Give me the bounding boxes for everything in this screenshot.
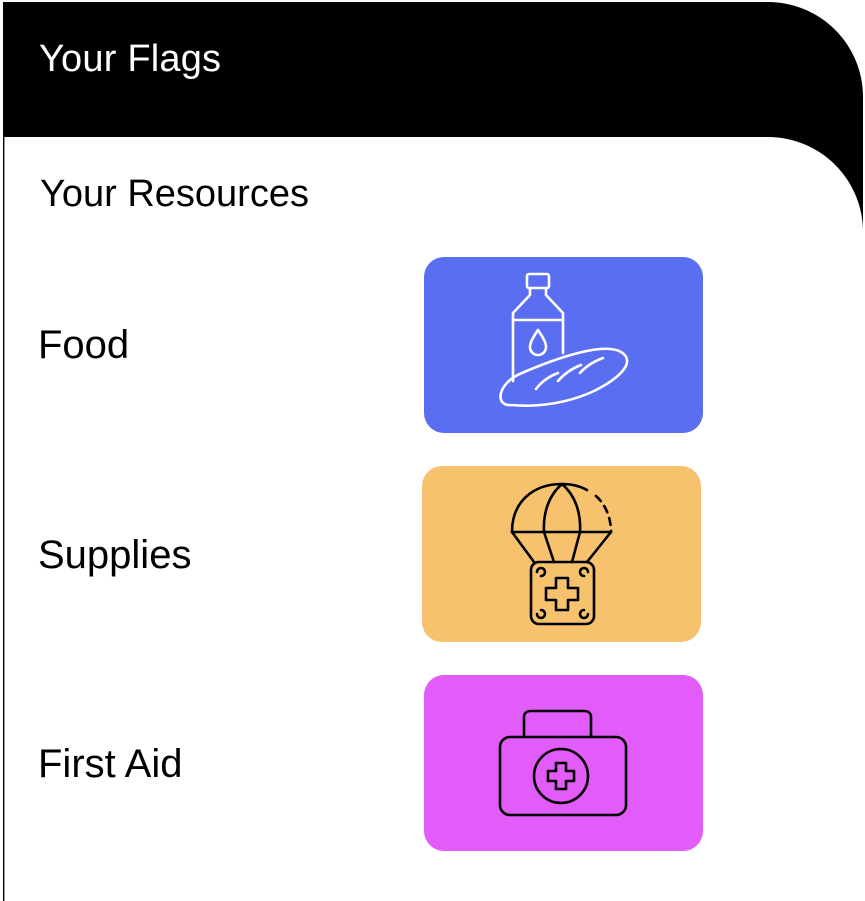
resource-tile-food[interactable] <box>424 257 703 433</box>
first-aid-kit-icon <box>498 709 628 817</box>
flags-card: Your Flags Your Resources Food Supplies … <box>3 2 863 901</box>
bread-and-bottle-icon <box>499 272 629 407</box>
parachute-supply-drop-icon <box>510 482 613 626</box>
resource-label-first-aid: First Aid <box>38 742 183 786</box>
resource-label-supplies: Supplies <box>38 533 192 577</box>
resources-panel: Your Resources Food Supplies First Aid <box>4 137 863 901</box>
resource-label-food: Food <box>38 323 130 367</box>
section-title: Your Resources <box>40 173 309 215</box>
header: Your Flags <box>3 2 863 137</box>
resource-tile-supplies[interactable] <box>422 466 701 642</box>
page-title: Your Flags <box>39 38 222 80</box>
resource-tile-first-aid[interactable] <box>424 675 703 851</box>
